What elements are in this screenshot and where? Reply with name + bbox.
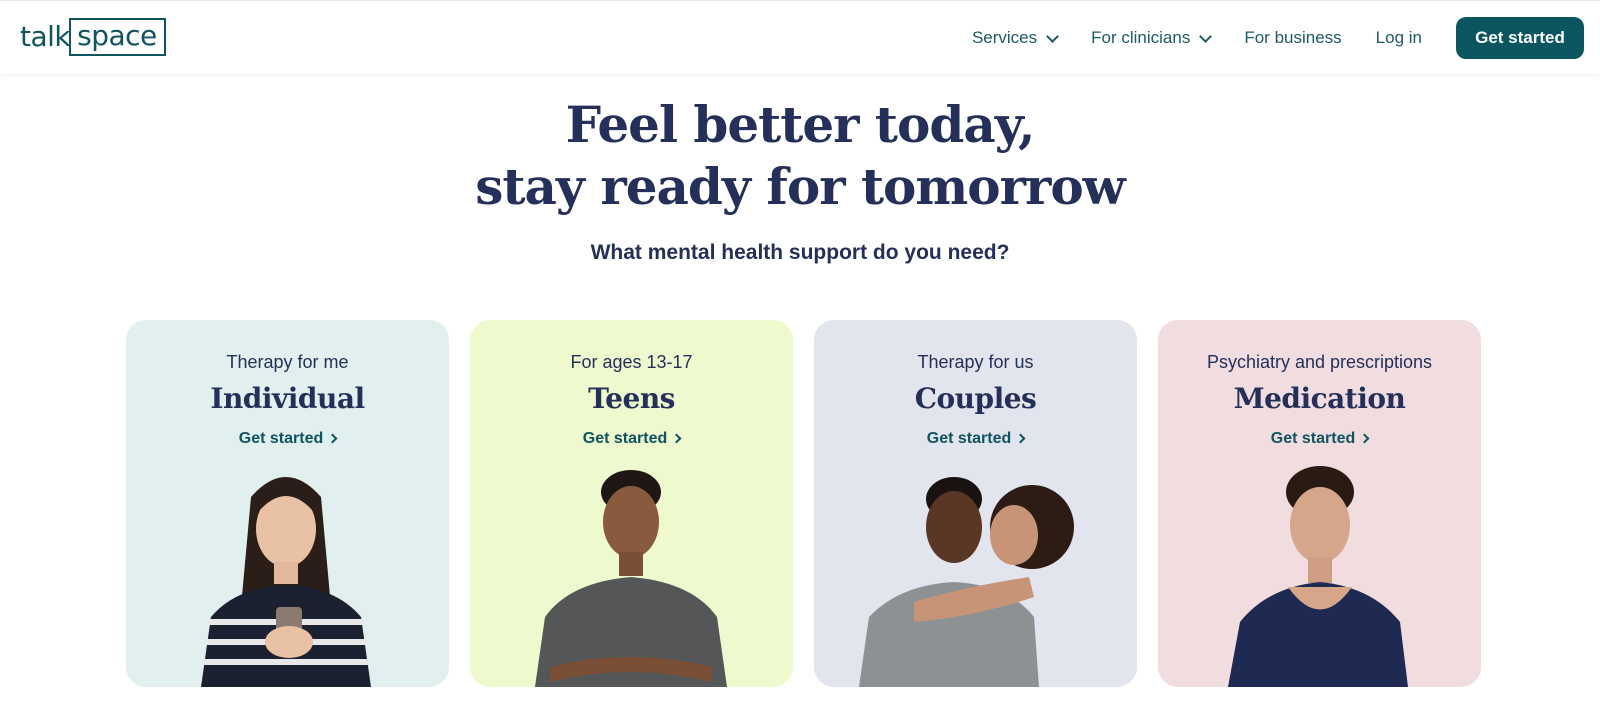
card-cta-label: Get started: [926, 430, 1012, 447]
logo-text-talk: talk: [20, 20, 71, 53]
nav-clinicians-label: For clinicians: [1091, 28, 1191, 47]
logo-text-space: space: [69, 18, 166, 56]
nav-services-label: Services: [971, 28, 1038, 47]
card-get-started-link[interactable]: Get started: [1158, 430, 1481, 448]
card-get-started-link[interactable]: Get started: [126, 430, 449, 448]
card-cta-label: Get started: [238, 430, 324, 447]
card-title: Teens: [588, 382, 675, 415]
service-card-medication[interactable]: Psychiatry and prescriptions Medication …: [1158, 320, 1481, 687]
service-card-individual[interactable]: Therapy for me Individual Get started: [126, 320, 449, 687]
card-eyebrow: Therapy for me: [226, 352, 349, 372]
nav-for-business[interactable]: For business: [1244, 28, 1341, 48]
nav-for-clinicians[interactable]: For clinicians: [1091, 28, 1213, 48]
hero-subtitle: What mental health support do you need?: [590, 241, 1010, 264]
hero-title-line-1: Feel better today,: [565, 95, 1036, 154]
nav-business-label: For business: [1244, 28, 1342, 47]
individual-person-image: [201, 477, 371, 687]
card-eyebrow: For ages 13-17: [570, 352, 693, 372]
chevron-down-icon: [1046, 29, 1060, 43]
service-card-couples[interactable]: Therapy for us Couples Get started: [814, 320, 1137, 687]
medication-person-image: [1228, 466, 1408, 687]
teen-person-image: [535, 470, 727, 687]
card-cta-label: Get started: [1270, 430, 1356, 447]
main-nav: Services For clinicians For business Log…: [972, 17, 1584, 59]
nav-services[interactable]: Services: [971, 28, 1060, 48]
chevron-right-icon: [1015, 433, 1026, 444]
card-title: Individual: [210, 382, 365, 415]
hero-title: Feel better today, stay ready for tomorr…: [0, 94, 1600, 218]
get-started-button[interactable]: Get started: [1456, 17, 1584, 59]
chevron-right-icon: [327, 433, 338, 444]
chevron-right-icon: [1359, 433, 1370, 444]
card-eyebrow: Psychiatry and prescriptions: [1206, 352, 1433, 372]
chevron-right-icon: [671, 433, 682, 444]
card-get-started-link[interactable]: Get started: [470, 430, 793, 448]
nav-login-label: Log in: [1375, 28, 1422, 47]
hero-title-line-2: stay ready for tomorrow: [475, 157, 1125, 216]
card-eyebrow: Therapy for us: [917, 352, 1034, 372]
chevron-down-icon: [1199, 29, 1213, 43]
service-card-teens[interactable]: For ages 13-17 Teens Get started: [470, 320, 793, 687]
top-nav-bar: talk space Services For clinicians For b…: [0, 0, 1600, 74]
card-cta-label: Get started: [582, 430, 668, 447]
card-title: Couples: [914, 382, 1037, 415]
card-get-started-link[interactable]: Get started: [814, 430, 1137, 448]
card-title: Medication: [1233, 382, 1406, 415]
nav-log-in[interactable]: Log in: [1376, 28, 1422, 48]
couple-image: [859, 477, 1074, 687]
talkspace-logo[interactable]: talk space: [20, 17, 166, 57]
